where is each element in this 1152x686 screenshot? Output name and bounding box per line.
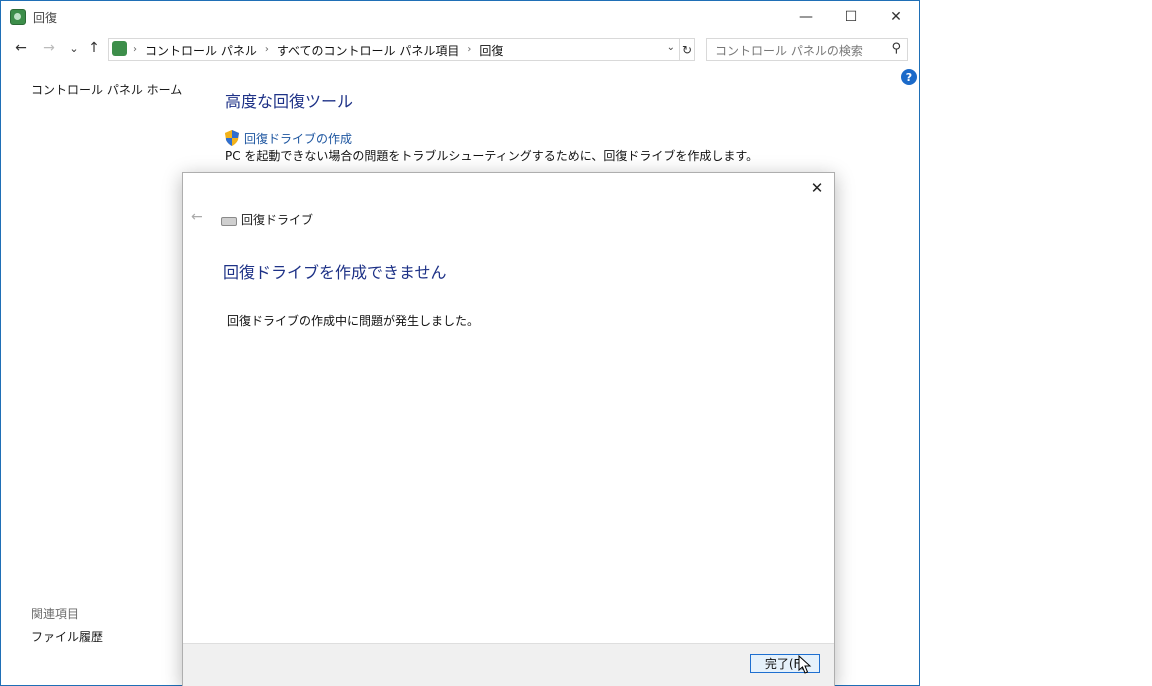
create-recovery-drive-link[interactable]: 回復ドライブの作成 xyxy=(244,130,352,147)
mouse-cursor-icon xyxy=(798,655,812,674)
search-placeholder: コントロール パネルの検索 xyxy=(715,44,863,58)
dialog-footer: 完了(F) xyxy=(183,643,834,686)
dialog-back-arrow-icon[interactable]: ← xyxy=(191,209,203,225)
breadcrumb-all-items[interactable]: すべてのコントロール パネル項目 xyxy=(277,42,460,59)
breadcrumb-separator: › xyxy=(467,44,472,55)
title-bar: 回復 — ☐ ✕ xyxy=(1,1,919,32)
create-recovery-drive-description: PC を起動できない場合の問題をトラブルシューティングするために、回復ドライブを… xyxy=(225,149,759,163)
dialog-heading: 回復ドライブを作成できません xyxy=(223,263,447,282)
search-box[interactable]: コントロール パネルの検索 ⚲ xyxy=(706,38,908,61)
dialog-close-icon[interactable]: ✕ xyxy=(808,179,826,197)
uac-shield-icon xyxy=(225,130,239,146)
address-bar[interactable]: › コントロール パネル › すべてのコントロール パネル項目 › 回復 ⌄ xyxy=(108,38,680,61)
back-arrow-icon[interactable]: ← xyxy=(11,38,31,58)
sidebar-related-heading: 関連項目 xyxy=(31,607,80,621)
up-arrow-icon[interactable]: ↑ xyxy=(84,38,104,58)
recent-locations-icon[interactable]: ⌄ xyxy=(64,38,84,58)
close-button[interactable]: ✕ xyxy=(873,1,919,32)
sidebar-item-file-history[interactable]: ファイル履歴 xyxy=(31,628,103,645)
window-title: 回復 xyxy=(33,11,58,25)
chevron-down-icon[interactable]: ⌄ xyxy=(667,42,675,53)
breadcrumb-control-panel[interactable]: コントロール パネル xyxy=(145,42,257,59)
navigation-bar: ← → ⌄ ↑ › コントロール パネル › すべてのコントロール パネル項目 … xyxy=(1,33,919,63)
minimize-button[interactable]: — xyxy=(783,1,829,32)
dialog-message: 回復ドライブの作成中に問題が発生しました。 xyxy=(227,314,480,328)
search-icon[interactable]: ⚲ xyxy=(891,41,901,56)
breadcrumb-recovery[interactable]: 回復 xyxy=(479,42,503,59)
refresh-icon[interactable]: ↻ xyxy=(679,38,695,61)
forward-arrow-icon[interactable]: → xyxy=(39,38,59,58)
breadcrumb-separator: › xyxy=(133,44,137,55)
recovery-app-icon xyxy=(10,9,26,25)
breadcrumb: › コントロール パネル › すべてのコントロール パネル項目 › 回復 xyxy=(133,42,503,59)
maximize-button[interactable]: ☐ xyxy=(828,1,874,32)
help-icon[interactable]: ? xyxy=(901,69,917,85)
drive-icon xyxy=(221,217,237,226)
sidebar-control-panel-home[interactable]: コントロール パネル ホーム xyxy=(31,81,182,98)
page-title: 高度な回復ツール xyxy=(225,92,354,111)
recovery-drive-dialog: ✕ ← 回復ドライブ 回復ドライブを作成できません 回復ドライブの作成中に問題が… xyxy=(182,172,835,686)
dialog-title: 回復ドライブ xyxy=(241,213,314,227)
breadcrumb-separator: › xyxy=(264,44,269,55)
control-panel-icon xyxy=(112,41,127,56)
